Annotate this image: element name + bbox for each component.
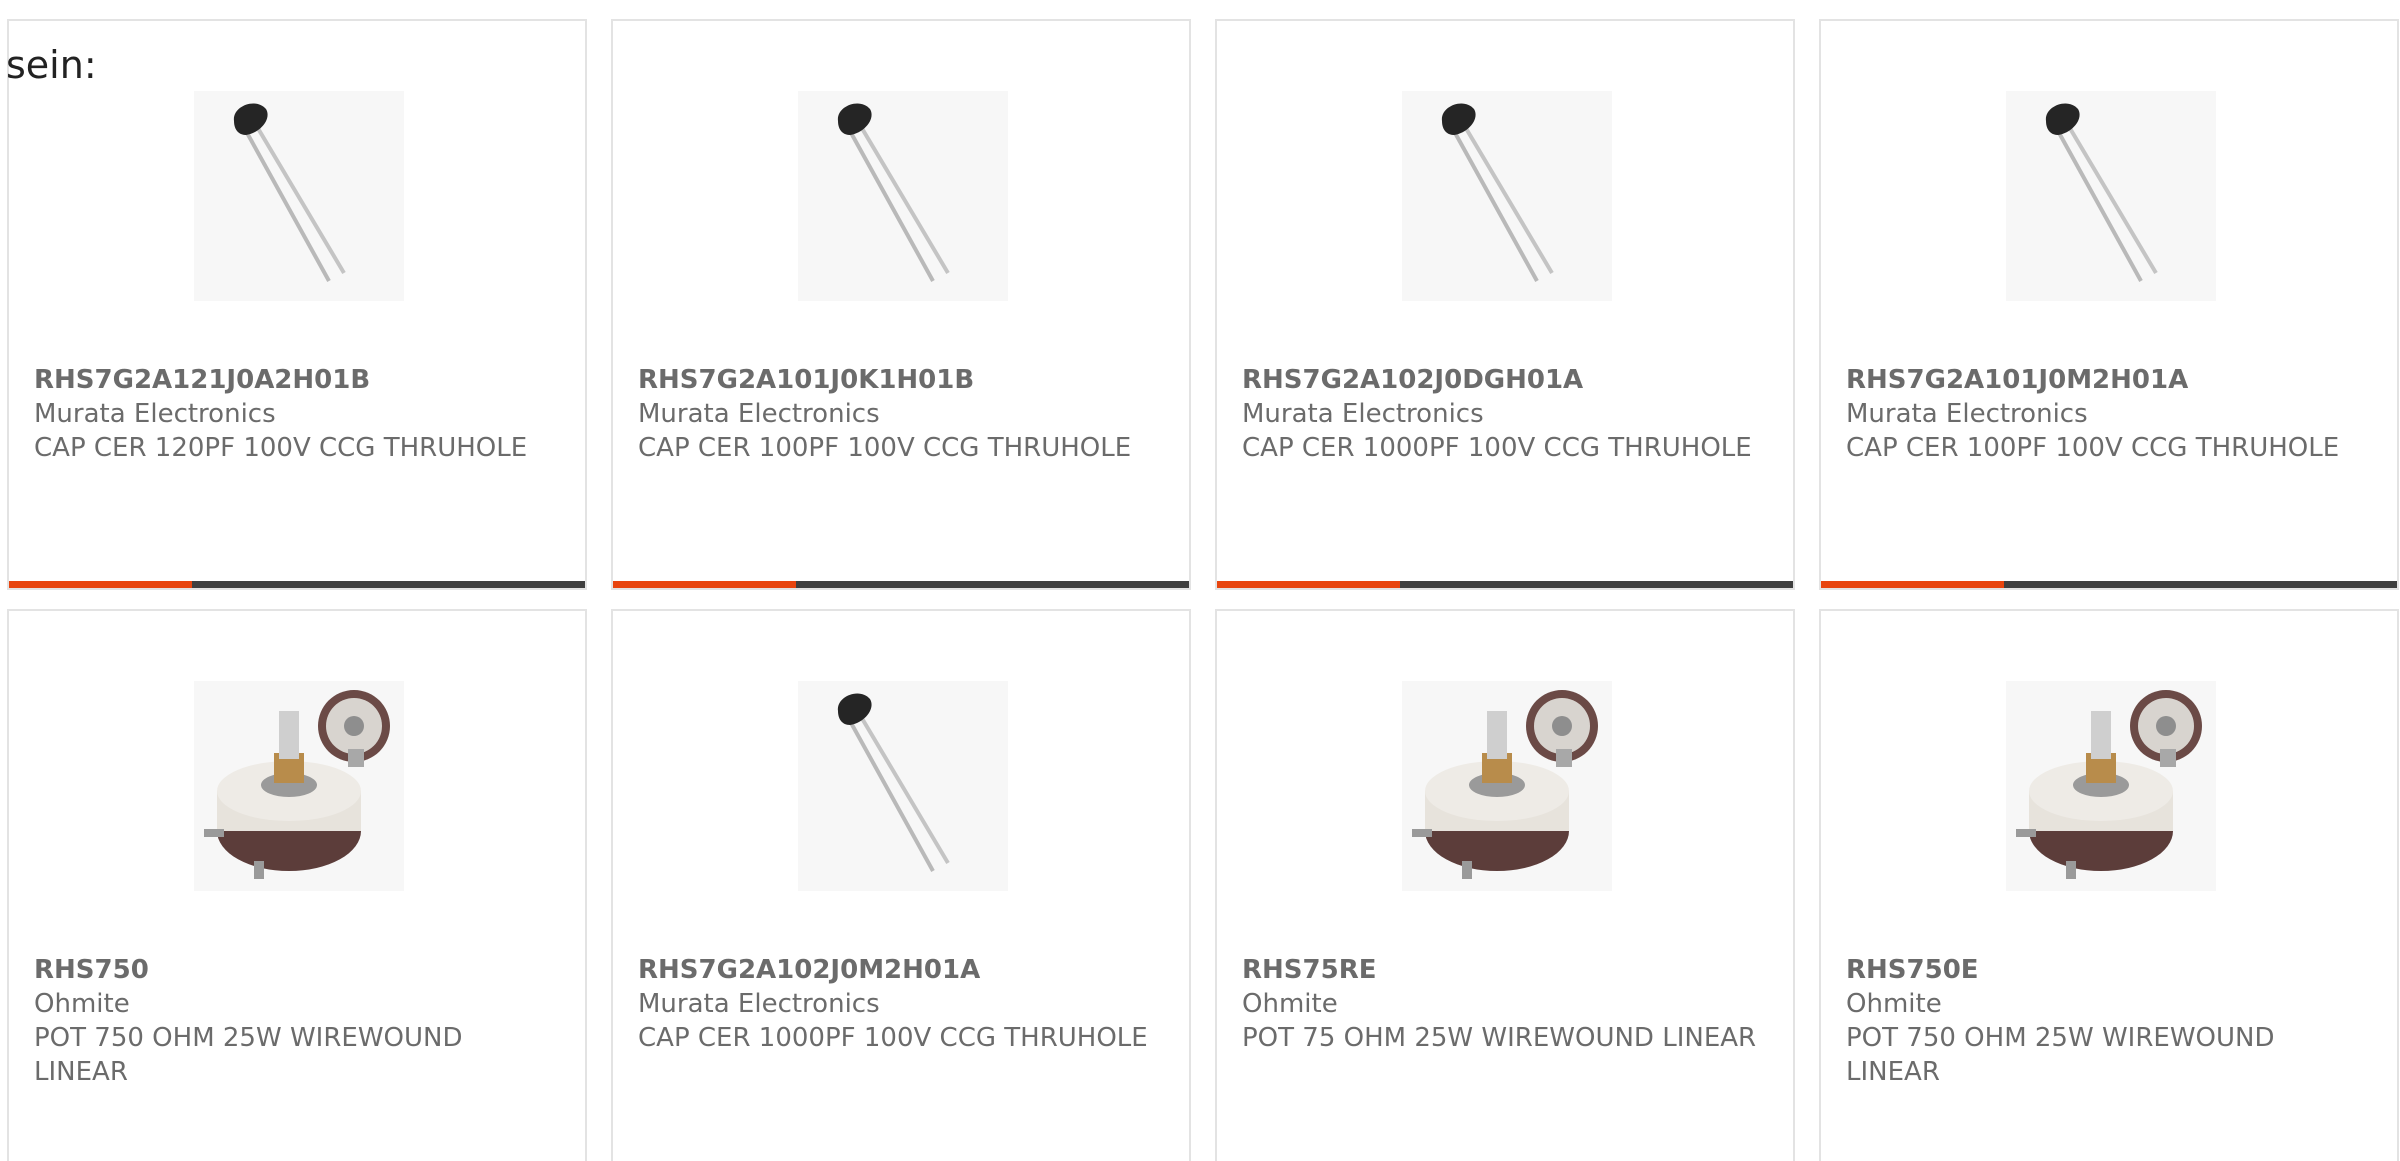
product-card[interactable]: RHS7G2A102J0DGH01A Murata Electronics CA… [1215, 19, 1795, 590]
card-accent-bar [9, 581, 192, 588]
product-description: POT 75 OHM 25W WIREWOUND LINEAR [1242, 1023, 1757, 1053]
product-info: RHS7G2A101J0K1H01B Murata Electronics CA… [638, 363, 1168, 465]
product-info: RHS7G2A102J0DGH01A Murata Electronics CA… [1242, 363, 1772, 465]
product-card[interactable]: RHS7G2A101J0K1H01B Murata Electronics CA… [611, 19, 1191, 590]
product-part-number[interactable]: RHS7G2A102J0M2H01A [638, 953, 1168, 987]
ceramic-capacitor-image[interactable] [1402, 91, 1612, 301]
card-footer-bar [9, 581, 585, 588]
product-description: CAP CER 1000PF 100V CCG THRUHOLE [638, 1023, 1148, 1053]
product-description: POT 750 OHM 25W WIREWOUND LINEAR [34, 1023, 463, 1087]
product-grid-page: sein: RHS7G2A121J0A2H01B Murata Electron… [0, 0, 2400, 1161]
card-footer-bar [1821, 581, 2397, 588]
product-card[interactable]: RHS7G2A101J0M2H01A Murata Electronics CA… [1819, 19, 2399, 590]
product-card[interactable]: RHS75RE Ohmite POT 75 OHM 25W WIREWOUND … [1215, 609, 1795, 1161]
product-description: CAP CER 120PF 100V CCG THRUHOLE [34, 433, 528, 463]
product-manufacturer: Ohmite [1846, 989, 1942, 1019]
product-manufacturer: Murata Electronics [1242, 399, 1484, 429]
product-info: RHS7G2A102J0M2H01A Murata Electronics CA… [638, 953, 1168, 1055]
product-part-number[interactable]: RHS750 [34, 953, 564, 987]
product-card[interactable]: RHS7G2A121J0A2H01B Murata Electronics CA… [7, 19, 587, 590]
ceramic-capacitor-image[interactable] [194, 91, 404, 301]
product-part-number[interactable]: RHS7G2A101J0K1H01B [638, 363, 1168, 397]
ceramic-capacitor-image[interactable] [2006, 91, 2216, 301]
ceramic-capacitor-image[interactable] [798, 91, 1008, 301]
product-manufacturer: Ohmite [34, 989, 130, 1019]
product-description: CAP CER 1000PF 100V CCG THRUHOLE [1242, 433, 1752, 463]
intro-text: sein: [6, 43, 97, 87]
rheostat-potentiometer-image[interactable] [194, 681, 404, 891]
product-part-number[interactable]: RHS75RE [1242, 953, 1772, 987]
product-info: RHS75RE Ohmite POT 75 OHM 25W WIREWOUND … [1242, 953, 1772, 1055]
rheostat-potentiometer-image[interactable] [2006, 681, 2216, 891]
product-manufacturer: Murata Electronics [34, 399, 276, 429]
product-manufacturer: Murata Electronics [638, 989, 880, 1019]
product-manufacturer: Ohmite [1242, 989, 1338, 1019]
card-accent-bar [1821, 581, 2004, 588]
rheostat-potentiometer-image[interactable] [1402, 681, 1612, 891]
product-card[interactable]: RHS7G2A102J0M2H01A Murata Electronics CA… [611, 609, 1191, 1161]
product-part-number[interactable]: RHS7G2A102J0DGH01A [1242, 363, 1772, 397]
card-accent-bar [1217, 581, 1400, 588]
product-description: CAP CER 100PF 100V CCG THRUHOLE [638, 433, 1132, 463]
card-footer-bar [1217, 581, 1793, 588]
product-info: RHS7G2A121J0A2H01B Murata Electronics CA… [34, 363, 564, 465]
product-description: POT 750 OHM 25W WIREWOUND LINEAR [1846, 1023, 2275, 1087]
card-footer-bar [613, 581, 1189, 588]
product-part-number[interactable]: RHS7G2A101J0M2H01A [1846, 363, 2376, 397]
product-info: RHS750 Ohmite POT 750 OHM 25W WIREWOUND … [34, 953, 564, 1089]
product-card[interactable]: RHS750 Ohmite POT 750 OHM 25W WIREWOUND … [7, 609, 587, 1161]
product-part-number[interactable]: RHS7G2A121J0A2H01B [34, 363, 564, 397]
product-manufacturer: Murata Electronics [1846, 399, 2088, 429]
ceramic-capacitor-image[interactable] [798, 681, 1008, 891]
product-manufacturer: Murata Electronics [638, 399, 880, 429]
product-description: CAP CER 100PF 100V CCG THRUHOLE [1846, 433, 2340, 463]
product-card[interactable]: RHS750E Ohmite POT 750 OHM 25W WIREWOUND… [1819, 609, 2399, 1161]
product-info: RHS750E Ohmite POT 750 OHM 25W WIREWOUND… [1846, 953, 2376, 1089]
product-info: RHS7G2A101J0M2H01A Murata Electronics CA… [1846, 363, 2376, 465]
card-accent-bar [613, 581, 796, 588]
product-part-number[interactable]: RHS750E [1846, 953, 2376, 987]
